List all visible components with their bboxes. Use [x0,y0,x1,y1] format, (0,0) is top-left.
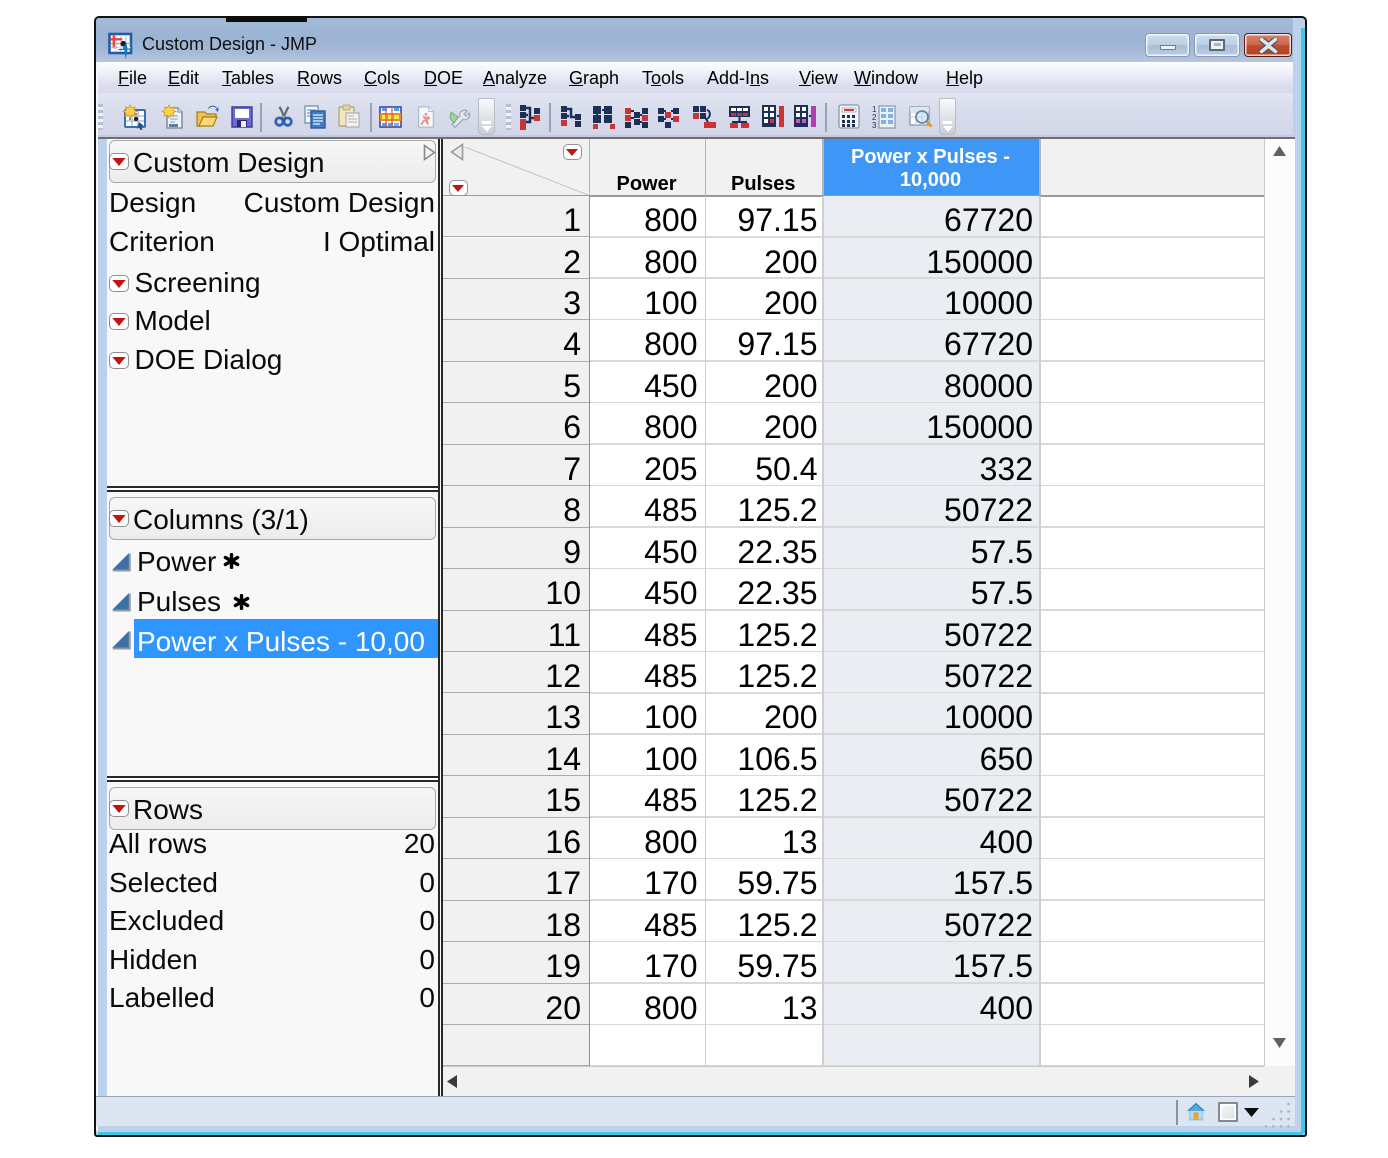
svg-text:3: 3 [872,121,877,130]
